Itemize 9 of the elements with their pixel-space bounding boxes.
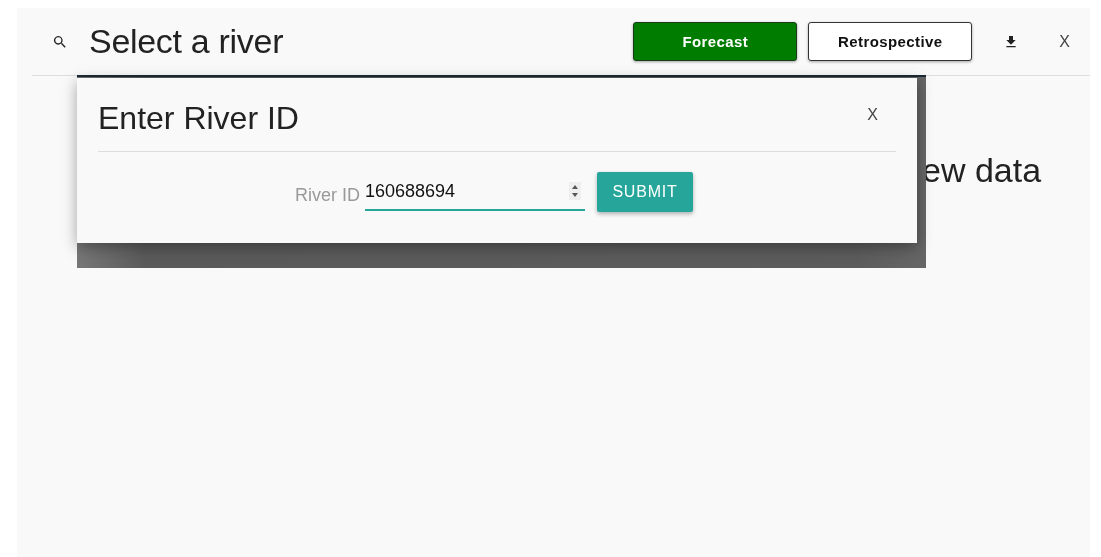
mode-tab[interactable]: Forecast <box>633 22 798 61</box>
spinner-icon[interactable] <box>569 182 581 200</box>
mode-tab[interactable]: Retrospective <box>808 22 973 61</box>
close-button[interactable]: X <box>1057 30 1072 53</box>
page-title: Select a river <box>89 22 285 61</box>
dialog-title: Enter River ID <box>98 99 300 137</box>
search-icon[interactable] <box>52 33 68 50</box>
close-button[interactable]: X <box>861 104 884 125</box>
field-label: River ID <box>295 183 360 206</box>
